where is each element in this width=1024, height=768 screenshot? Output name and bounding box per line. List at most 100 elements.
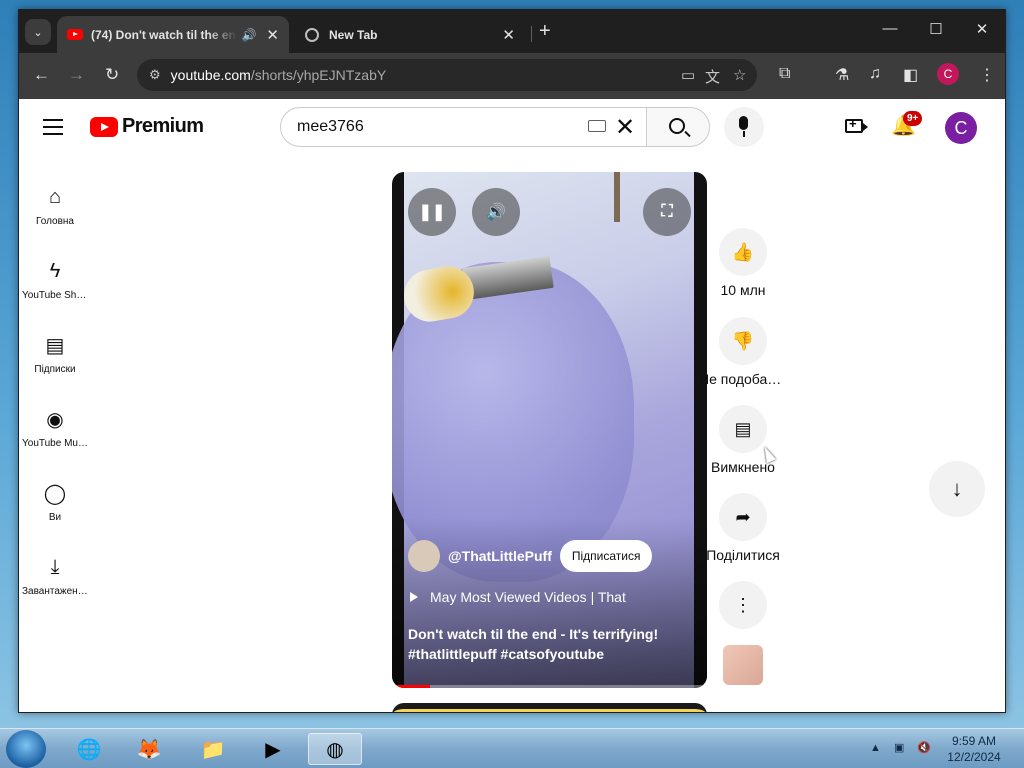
create-video-icon[interactable] [845, 116, 868, 133]
forward-button[interactable]: → [68, 65, 85, 85]
close-tab-icon[interactable]: ✕ [502, 26, 515, 44]
close-tab-icon[interactable]: ✕ [266, 26, 279, 44]
sidebar-item-subscriptions[interactable]: ▤ Підписки [19, 334, 91, 376]
like-count: 10 млн [720, 282, 766, 298]
sidebar-item-shorts[interactable]: ϟ YouTube Shorts [19, 259, 91, 302]
tab-youtube[interactable]: (74) Don't watch til the end - It's terr… [57, 16, 289, 53]
sidebar-item-label: YouTube Shorts [22, 290, 91, 301]
side-panel-icon[interactable]: ◧ [903, 65, 918, 85]
like-action[interactable]: 👍 10 млн [719, 228, 767, 298]
translate-icon[interactable]: 文 [705, 66, 720, 87]
close-window-button[interactable]: ✕ [959, 20, 1005, 38]
volume-button[interactable]: 🔊 [472, 188, 520, 236]
sidebar-item-music[interactable]: ◉ YouTube Music [19, 408, 91, 450]
video-title-text: Don't watch til the end - It's terrifyin… [408, 626, 659, 642]
subscribe-button[interactable]: Підписатися [559, 540, 653, 572]
start-button[interactable] [6, 730, 46, 768]
site-info-icon[interactable]: ⚙ [149, 67, 161, 83]
share-icon[interactable]: ➦ [719, 493, 767, 541]
video-title[interactable]: Don't watch til the end - It's terrifyin… [408, 624, 688, 664]
channel-name[interactable]: @ThatLittlePuff [448, 548, 552, 564]
clock-time: 9:59 AM [951, 734, 997, 748]
next-video-button[interactable]: ↓ [929, 461, 985, 517]
dislike-label: Не подобається [699, 371, 787, 387]
search-icon [669, 118, 685, 134]
keyboard-icon[interactable] [588, 120, 606, 132]
extensions-icon[interactable]: ⧉ [779, 65, 790, 83]
reload-button[interactable]: ↻ [105, 65, 119, 85]
file-explorer-icon[interactable]: 📁 [186, 733, 240, 765]
more-action[interactable]: ⋮ [719, 581, 767, 629]
profile-avatar[interactable]: C [937, 63, 959, 85]
bookmark-star-icon[interactable]: ☆ [733, 66, 746, 84]
thumb-up-icon[interactable]: 👍 [719, 228, 767, 276]
labs-icon[interactable]: ⚗ [835, 65, 849, 85]
comments-label: Вимкнено [711, 459, 775, 475]
shorts-icon: ϟ [49, 259, 61, 282]
sidebar-item-downloads[interactable]: ⤓ Завантаження [19, 556, 91, 598]
show-hidden-icons-icon[interactable]: ▲ [870, 742, 881, 754]
tab-strip: ⌄ (74) Don't watch til the end - It's te… [19, 10, 1005, 53]
tab-title: (74) Don't watch til the end - It's terr… [91, 27, 237, 42]
sidebar-item-label: Підписки [34, 364, 76, 375]
notifications-badge: 9+ [903, 111, 923, 126]
youtube-favicon-icon [67, 29, 83, 40]
network-icon[interactable]: ▣ [894, 742, 904, 754]
chevron-down-icon: ⌄ [33, 26, 43, 39]
youtube-logo[interactable]: Premium [90, 115, 204, 138]
sound-thumbnail[interactable] [723, 645, 763, 685]
comment-icon[interactable]: ▤ [719, 405, 767, 453]
tab-title: New Tab [329, 27, 378, 42]
sidebar-item-home[interactable]: ⌂ Головна [19, 185, 91, 228]
next-short-preview[interactable] [392, 703, 707, 712]
more-options-icon[interactable]: ⋮ [719, 581, 767, 629]
clear-search-icon[interactable]: ✕ [615, 113, 635, 142]
install-app-icon[interactable]: ▭ [681, 66, 695, 84]
tab-new-tab[interactable]: New Tab ✕ [295, 16, 525, 53]
channel-info: @ThatLittlePuff Підписатися [408, 540, 653, 572]
guide-menu-button[interactable] [43, 119, 63, 140]
subscriptions-icon: ▤ [45, 334, 65, 357]
chrome-taskbar-icon[interactable]: ◍ [308, 733, 362, 765]
address-bar[interactable]: ⚙ youtube.com/shorts/yhpEJNTzabY ▭ 文 ☆ [137, 59, 757, 91]
firefox-icon[interactable]: 🦊 [122, 733, 176, 765]
audio-playing-icon[interactable]: 🔊 [241, 28, 256, 42]
video-progress-bar[interactable] [392, 685, 707, 688]
system-clock[interactable]: 9:59 AM 12/2/2024 [944, 733, 1004, 765]
video-hashtags[interactable]: #thatlittlepuff #catsofyoutube [408, 644, 688, 664]
sidebar-item-label: Головна [36, 216, 74, 227]
maximize-button[interactable]: ☐ [913, 20, 959, 38]
home-icon: ⌂ [48, 185, 62, 208]
thumb-down-icon[interactable]: 👎 [719, 317, 767, 365]
search-input[interactable]: mee3766 ✕ [280, 107, 647, 147]
voice-search-button[interactable] [724, 107, 764, 147]
share-action[interactable]: ➦ Поділитися [706, 493, 780, 563]
shorts-video-player[interactable]: ❚❚ 🔊 ⛶ @ThatLittlePuff Підписатися May M… [392, 172, 707, 688]
new-tab-button[interactable]: + [539, 20, 551, 43]
menu-kebab-icon[interactable]: ⋮ [979, 65, 995, 85]
channel-avatar[interactable] [408, 540, 440, 572]
logo-text: Premium [122, 115, 204, 137]
windows-taskbar: 🌐 🦊 📁 ▶ ◍ ▲ ▣ 🔇 9:59 AM 12/2/2024 [0, 728, 1024, 768]
back-button[interactable]: ← [33, 65, 50, 85]
browser-toolbar: ← → ↻ ⚙ youtube.com/shorts/yhpEJNTzabY ▭… [19, 53, 1005, 99]
music-icon: ◉ [46, 408, 64, 431]
internet-explorer-icon[interactable]: 🌐 [62, 733, 116, 765]
volume-muted-icon[interactable]: 🔇 [917, 742, 931, 754]
search-button[interactable] [646, 107, 710, 147]
playlist-title: May Most Viewed Videos | That [430, 589, 626, 605]
fullscreen-button[interactable]: ⛶ [643, 188, 691, 236]
tab-search-button[interactable]: ⌄ [25, 19, 51, 45]
minimize-button[interactable]: — [867, 20, 913, 37]
media-player-icon[interactable]: ▶ [246, 733, 300, 765]
playlist-link[interactable]: May Most Viewed Videos | That [410, 589, 626, 605]
comments-action[interactable]: ▤ Вимкнено [711, 405, 775, 475]
sidebar-item-label: Завантаження [22, 586, 89, 597]
globe-icon [305, 27, 319, 42]
dislike-action[interactable]: 👎 Не подобається [699, 317, 787, 387]
sidebar-item-you[interactable]: ◯ Ви [19, 482, 91, 524]
pause-button[interactable]: ❚❚ [408, 188, 456, 236]
share-label: Поділитися [706, 547, 780, 563]
media-controls-icon[interactable]: ♫ [869, 65, 881, 83]
account-avatar[interactable]: C [945, 112, 977, 144]
